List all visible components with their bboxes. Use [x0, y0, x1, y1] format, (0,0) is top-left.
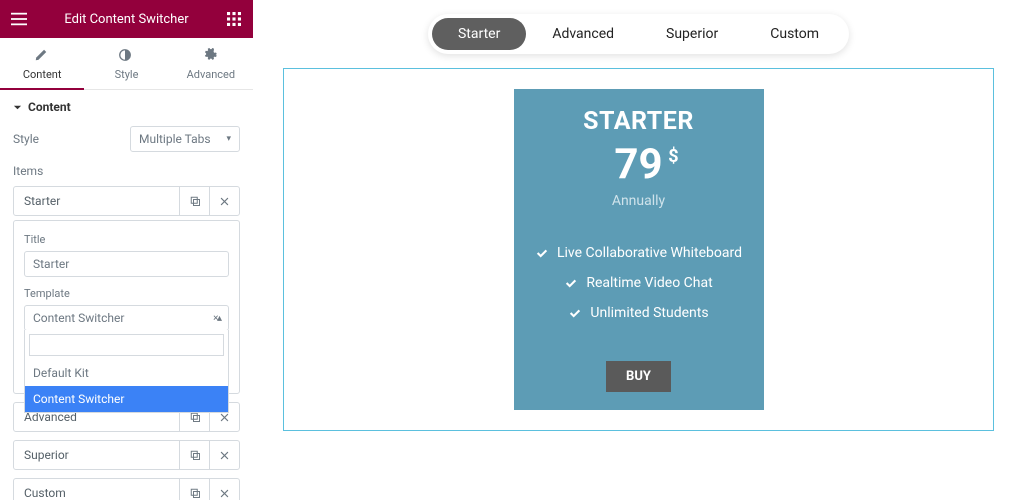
gear-icon [203, 48, 219, 64]
menu-icon[interactable] [10, 10, 28, 28]
tab-label: Advanced [187, 68, 235, 81]
plan-name: STARTER [534, 107, 744, 136]
check-icon [535, 246, 549, 260]
item-label[interactable]: Starter [14, 187, 179, 215]
remove-icon[interactable] [209, 187, 239, 215]
item-row-starter[interactable]: Starter [13, 186, 240, 216]
switcher-tab-starter[interactable]: Starter [432, 18, 526, 50]
apps-grid-icon[interactable] [225, 10, 243, 28]
feature-text: Live Collaborative Whiteboard [557, 245, 742, 261]
title-label: Title [24, 233, 229, 246]
title-input[interactable] [24, 251, 229, 277]
feature-item: Realtime Video Chat [534, 275, 744, 291]
duplicate-icon[interactable] [179, 479, 209, 500]
dropdown-option-default-kit[interactable]: Default Kit [25, 360, 228, 386]
feature-list: Live Collaborative Whiteboard Realtime V… [534, 245, 744, 321]
item-row-superior[interactable]: Superior [13, 440, 240, 470]
chevron-down-icon [13, 103, 22, 112]
plan-price: 79$ [614, 140, 662, 189]
chevron-down-icon: ▾ [226, 134, 231, 144]
template-select[interactable]: Content Switcher × ▴ Default Kit Content… [24, 305, 229, 331]
content-panel: Content Style Multiple Tabs ▾ Items Star… [0, 90, 253, 500]
tab-content[interactable]: Content [0, 38, 84, 89]
dropdown-search [25, 330, 228, 360]
preview-area: Starter Advanced Superior Custom STARTER… [253, 0, 1024, 500]
item-row-custom[interactable]: Custom [13, 478, 240, 500]
tab-label: Content [23, 68, 62, 81]
buy-button[interactable]: BUY [606, 361, 671, 392]
price-value: 79 [614, 140, 662, 189]
remove-icon[interactable] [209, 441, 239, 469]
template-value: Content Switcher [33, 311, 124, 325]
dropdown-search-input[interactable] [29, 334, 224, 356]
items-label: Items [13, 164, 240, 178]
switcher-tab-advanced[interactable]: Advanced [526, 18, 640, 50]
template-dropdown: Default Kit Content Switcher [24, 330, 229, 413]
item-expanded: Title Template Content Switcher × ▴ Defa… [13, 220, 240, 394]
feature-text: Realtime Video Chat [586, 275, 712, 291]
pricing-card: STARTER 79$ Annually Live Collaborative … [514, 89, 764, 410]
check-icon [568, 306, 582, 320]
section-toggle-content[interactable]: Content [13, 100, 240, 114]
content-switcher: Starter Advanced Superior Custom [428, 14, 849, 54]
clear-sort-icons[interactable]: × ▴ [213, 313, 220, 324]
tab-label: Style [115, 68, 139, 81]
tab-advanced[interactable]: Advanced [169, 38, 253, 89]
currency-symbol: $ [668, 146, 678, 167]
template-label: Template [24, 287, 229, 300]
section-title-label: Content [28, 100, 71, 114]
style-label: Style [13, 132, 39, 146]
feature-item: Live Collaborative Whiteboard [534, 245, 744, 261]
item-label[interactable]: Custom [14, 479, 179, 500]
switcher-tab-superior[interactable]: Superior [640, 18, 744, 50]
editor-tabs: Content Style Advanced [0, 38, 253, 90]
style-row: Style Multiple Tabs ▾ [13, 126, 240, 152]
remove-icon[interactable] [209, 479, 239, 500]
style-value: Multiple Tabs [139, 132, 211, 146]
tab-style[interactable]: Style [84, 38, 168, 89]
contrast-icon [118, 48, 134, 64]
check-icon [564, 276, 578, 290]
pencil-icon [34, 48, 50, 64]
item-label[interactable]: Superior [14, 441, 179, 469]
style-select[interactable]: Multiple Tabs ▾ [130, 126, 240, 152]
sidebar-header: Edit Content Switcher [0, 0, 253, 38]
editor-sidebar: Edit Content Switcher Content Style Adva… [0, 0, 253, 500]
dropdown-option-content-switcher[interactable]: Content Switcher [25, 386, 228, 412]
feature-text: Unlimited Students [590, 305, 708, 321]
feature-item: Unlimited Students [534, 305, 744, 321]
duplicate-icon[interactable] [179, 441, 209, 469]
sidebar-title: Edit Content Switcher [64, 12, 188, 27]
switcher-tab-custom[interactable]: Custom [744, 18, 845, 50]
duplicate-icon[interactable] [179, 187, 209, 215]
billing-period: Annually [534, 193, 744, 209]
content-container: STARTER 79$ Annually Live Collaborative … [283, 68, 994, 431]
